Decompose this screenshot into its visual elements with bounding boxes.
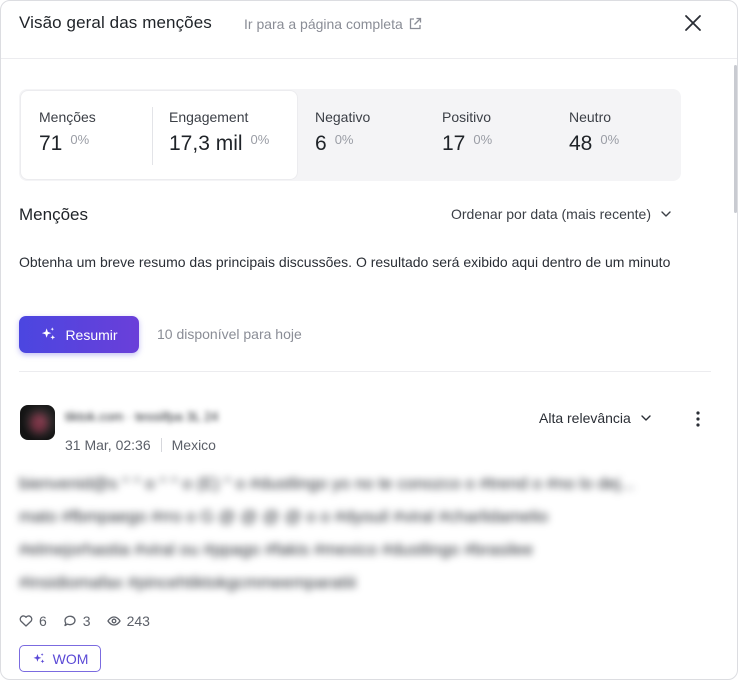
views-value: 243 — [126, 613, 150, 629]
more-options-icon[interactable] — [690, 409, 706, 429]
stat-change: 0% — [70, 132, 90, 147]
stat-value: 17,3 mil — [169, 132, 243, 155]
stat-label: Menções — [39, 109, 96, 125]
comment-icon — [64, 615, 76, 627]
chevron-down-icon — [661, 211, 671, 217]
engagement-counts: 6 3 243 — [19, 613, 166, 629]
external-link-icon — [409, 17, 421, 30]
available-today-text: 10 disponível para hoje — [157, 326, 302, 342]
likes-value: 6 — [39, 613, 47, 629]
post-text-line: mato #fbmpaego #rro o G @ @ @ @ o o #dyo… — [19, 507, 549, 526]
summary-description: Obtenha um breve resumo das principais d… — [19, 254, 671, 270]
sparkle-icon — [33, 652, 45, 663]
panel-title: Visão geral das menções — [19, 13, 212, 32]
post-location: Mexico — [171, 437, 216, 453]
open-full-page-label: Ir para a página completa — [244, 16, 403, 32]
stat-label: Negativo — [315, 109, 371, 125]
summarize-button[interactable]: Resumir — [19, 316, 139, 353]
meta-separator — [160, 438, 162, 452]
comments-count: 3 — [63, 613, 91, 629]
post-meta: 31 Mar, 02:36 Mexico — [65, 437, 216, 453]
close-icon[interactable] — [683, 13, 703, 33]
open-full-page-link[interactable]: Ir para a página completa — [244, 16, 422, 32]
wom-badge[interactable]: WOM — [19, 645, 101, 672]
post-text: bienvenid@s ° ° o ° ° o (E) ° o #dustlin… — [19, 467, 719, 599]
author-avatar[interactable] — [20, 405, 55, 440]
stat-value: 6 — [315, 132, 327, 155]
post-date: 31 Mar, 02:36 — [65, 437, 151, 453]
stat-label: Neutro — [569, 109, 612, 125]
scrollbar-thumb[interactable] — [734, 65, 737, 213]
heart-icon — [19, 615, 33, 627]
relevance-dropdown[interactable]: Alta relevância — [539, 410, 652, 426]
post-text-line: bienvenid@s ° ° o ° ° o (E) ° o #dustlin… — [19, 474, 635, 493]
sort-label: Ordenar por data (mais recente) — [451, 206, 651, 222]
sparkle-icon — [42, 327, 56, 340]
stat-mentions[interactable]: Menções 71 0% — [39, 109, 96, 156]
stats-bar: Menções 71 0% Engagement 17,3 mil 0% Neg… — [19, 89, 681, 181]
stat-label: Positivo — [442, 109, 492, 125]
comments-value: 3 — [82, 613, 91, 629]
post-text-line: #insidiomafax #pincehtiktokgcmmeemparati… — [19, 573, 357, 592]
stat-change: 0% — [334, 132, 354, 147]
stat-value: 71 — [39, 132, 63, 155]
stat-change: 0% — [250, 132, 270, 147]
stat-neutral[interactable]: Neutro 48 0% — [569, 109, 619, 156]
stat-negative[interactable]: Negativo 6 0% — [315, 109, 370, 156]
stat-label: Engagement — [169, 109, 249, 125]
summarize-label: Resumir — [65, 326, 118, 343]
stat-divider — [152, 107, 153, 165]
author-name[interactable]: tiktok.com · tessiifpa 3L 24 — [65, 409, 218, 424]
mentions-section-title: Menções — [19, 205, 88, 224]
stat-change: 0% — [473, 132, 493, 147]
panel-header: Visão geral das menções Ir para a página… — [1, 1, 737, 59]
stat-value: 48 — [569, 132, 593, 155]
relevance-label: Alta relevância — [539, 410, 631, 426]
stat-positive[interactable]: Positivo 17 0% — [442, 109, 492, 156]
sort-dropdown[interactable]: Ordenar por data (mais recente) — [451, 206, 672, 222]
mentions-overview-panel: Visão geral das menções Ir para a página… — [0, 0, 738, 680]
stat-change: 0% — [600, 132, 620, 147]
wom-label: WOM — [52, 650, 89, 667]
views-count: 243 — [106, 613, 150, 629]
eye-icon — [106, 616, 121, 626]
stat-value: 17 — [442, 132, 466, 155]
likes-count: 6 — [19, 613, 47, 629]
stat-engagement[interactable]: Engagement 17,3 mil 0% — [169, 109, 269, 156]
chevron-down-icon — [641, 415, 651, 421]
divider — [19, 371, 711, 372]
post-text-line: #elmejorhastia #viral ou #ppago #fakis #… — [19, 540, 534, 559]
